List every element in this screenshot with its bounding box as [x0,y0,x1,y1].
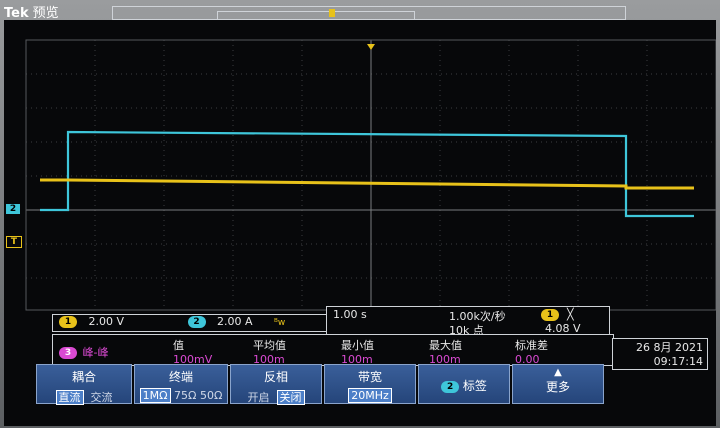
ch2-scale: 2.00 A [217,315,253,328]
bandwidth-value[interactable]: 20MHz [348,388,392,403]
trigger-level-marker: T [6,236,22,248]
trigger-position-marker [329,9,335,17]
label-channel-badge: 2 [441,380,460,393]
ch2-ground-marker: 2 [6,204,20,214]
record-view-bar [112,6,626,21]
date: 26 8月 2021 [636,341,703,354]
trigger-slope-icon: ╳ [567,308,574,321]
more-text: 更多 [545,380,570,394]
bandwidth-limit-indicator: ᴮw [274,318,286,328]
termination-50-option[interactable]: 50Ω [200,389,222,402]
measurement-source: 3 峰-峰 [59,344,108,360]
trigger-time-marker [367,44,375,50]
trigger-source-badge: 1 [541,309,559,321]
invert-on-option[interactable]: 开启 [248,391,270,404]
label-text: 标签 [462,379,487,393]
header-max: 最大值 [429,339,462,352]
ch2-badge: 2 [187,316,206,328]
channel-menu-bar: 耦合 直流 交流 终端 1MΩ 75Ω 50Ω 反相 开启 关闭 带宽 20MH… [36,364,706,405]
tek-logo: Tek [4,6,29,21]
coupling-title: 耦合 [71,370,96,384]
invert-off-option[interactable]: 关闭 [276,390,305,405]
brand-header: Tek 预览 [4,2,59,21]
header-mean: 平均值 [253,339,286,352]
channel-scale-readout: 1 2.00 V 2 2.00 A ᴮw [52,314,329,332]
termination-button[interactable]: 终端 1MΩ 75Ω 50Ω [134,364,228,404]
invert-button[interactable]: 反相 开启 关闭 [230,364,322,405]
more-button[interactable]: ▲ 更多 [512,364,604,404]
coupling-button[interactable]: 耦合 直流 交流 [36,364,132,405]
acquisition-mode: 预览 [32,6,59,21]
termination-75-option[interactable]: 75Ω [174,389,196,402]
ch2-waveform [40,130,694,218]
measurement-max-col: 最大值 100m [429,337,462,366]
termination-title: 终端 [168,370,193,384]
measurement-min-col: 最小值 100m [341,337,374,366]
measurement-type: 峰-峰 [82,346,109,359]
coupling-dc-option[interactable]: 直流 [55,390,84,405]
math-badge: 3 [59,347,77,359]
termination-1m-option[interactable]: 1MΩ [139,388,171,403]
measurement-mean-col: 平均值 100m [253,337,286,366]
bandwidth-button[interactable]: 带宽 20MHz [324,364,416,404]
header-min: 最小值 [341,339,374,352]
header-value: 值 [173,339,184,352]
header-stddev: 标准差 [515,339,548,352]
ch1-scale: 2.00 V [88,315,125,328]
bandwidth-title: 带宽 [357,370,382,384]
measurement-value-col: 值 100mV [173,337,212,366]
measurement-panel: 3 峰-峰 值 100mV 平均值 100m 最小值 100m 最大值 100m… [52,334,614,366]
invert-title: 反相 [263,370,288,384]
chevron-up-icon: ▲ [554,367,562,378]
measurement-stddev-col: 标准差 0.00 [515,337,548,366]
ch1-waveform [40,178,694,190]
label-button[interactable]: 2 标签 [418,364,510,404]
ch1-badge: 1 [59,316,77,328]
time-per-div: 1.00 s [333,308,367,321]
scope-screen: 2 T 1 2.00 V 2 2.00 A ᴮw 1.00 s 1.00k次/秒… [4,20,716,426]
coupling-ac-option[interactable]: 交流 [91,391,113,404]
